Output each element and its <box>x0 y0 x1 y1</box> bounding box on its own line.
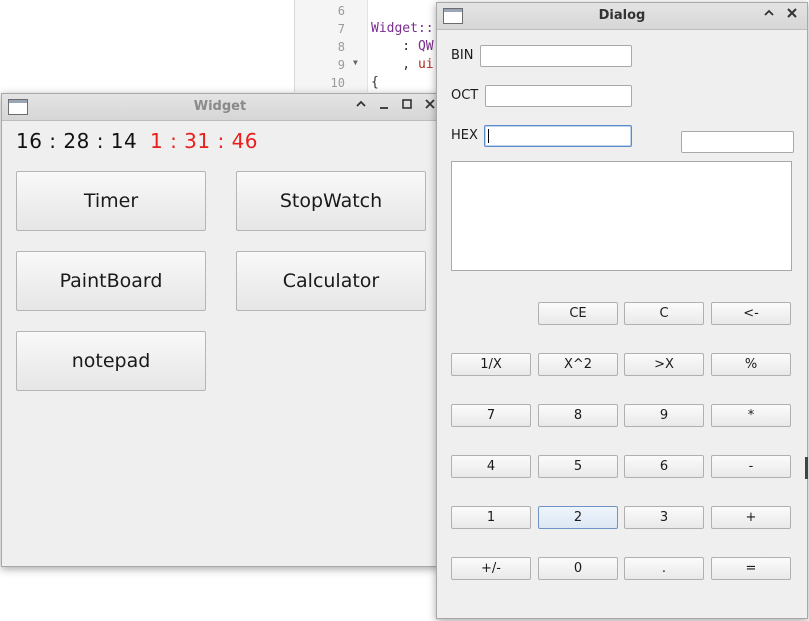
square-button[interactable]: X^2 <box>538 353 618 376</box>
dialog-titlebar[interactable]: Dialog <box>437 3 807 30</box>
restore-icon[interactable] <box>353 98 369 114</box>
oct-field[interactable] <box>485 85 632 107</box>
calculator-button[interactable]: Calculator <box>236 251 426 311</box>
restore-icon[interactable] <box>761 7 777 23</box>
clear-button[interactable]: C <box>624 302 704 325</box>
digit-1-button[interactable]: 1 <box>451 506 531 529</box>
hex-field[interactable] <box>484 125 632 147</box>
digit-8-button[interactable]: 8 <box>538 404 618 427</box>
bin-label: BIN <box>451 48 474 63</box>
paintboard-button[interactable]: PaintBoard <box>16 251 206 311</box>
gt-x-button[interactable]: >X <box>624 353 704 376</box>
dialog-window: Dialog BIN OCT HEX CE C <- 1/X X^2 >X % … <box>436 2 808 619</box>
line-number-gutter: 6 7 8 9 10 ▼ <box>295 0 368 92</box>
decimal-button[interactable]: . <box>624 557 704 580</box>
digit-6-button[interactable]: 6 <box>624 455 704 478</box>
widget-titlebar[interactable]: Widget <box>2 94 438 121</box>
code-editor-background: 6 7 8 9 10 ▼ Widget:: : QW , ui { <box>294 0 455 92</box>
negate-button[interactable]: +/- <box>451 557 531 580</box>
code-line: , ui <box>371 57 434 72</box>
hex-label: HEX <box>451 128 478 143</box>
line-number: 7 <box>337 22 345 36</box>
notepad-button[interactable]: notepad <box>16 331 206 391</box>
line-number: 10 <box>330 76 345 90</box>
code-line: { <box>371 75 379 90</box>
digit-2-button[interactable]: 2 <box>538 506 618 529</box>
line-number: 9 <box>337 58 345 72</box>
stopwatch-time: 1 : 31 : 46 <box>150 129 259 153</box>
add-button[interactable]: + <box>711 506 791 529</box>
clock-time: 16 : 28 : 14 <box>16 129 138 153</box>
fold-arrow-icon[interactable]: ▼ <box>353 58 358 67</box>
clear-entry-button[interactable]: CE <box>538 302 618 325</box>
close-icon[interactable] <box>784 7 800 23</box>
equals-button[interactable]: = <box>711 557 791 580</box>
reciprocal-button[interactable]: 1/X <box>451 353 531 376</box>
digit-9-button[interactable]: 9 <box>624 404 704 427</box>
code-line: : QW <box>371 39 434 54</box>
timer-button[interactable]: Timer <box>16 171 206 231</box>
result-field[interactable] <box>681 131 794 153</box>
digit-7-button[interactable]: 7 <box>451 404 531 427</box>
line-number: 6 <box>337 4 345 18</box>
stopwatch-button[interactable]: StopWatch <box>236 171 426 231</box>
multiply-button[interactable]: * <box>711 404 791 427</box>
percent-button[interactable]: % <box>711 353 791 376</box>
subtract-button[interactable]: - <box>711 455 791 478</box>
digit-0-button[interactable]: 0 <box>538 557 618 580</box>
digit-5-button[interactable]: 5 <box>538 455 618 478</box>
window-title: Dialog <box>598 8 646 23</box>
maximize-icon[interactable] <box>399 98 415 114</box>
line-number: 8 <box>337 40 345 54</box>
widget-window: Widget 16 : 28 : 14 1 : 31 : 46 Timer St… <box>1 93 439 567</box>
window-title: Widget <box>193 99 247 114</box>
digit-4-button[interactable]: 4 <box>451 455 531 478</box>
resize-handle[interactable] <box>805 457 808 479</box>
oct-label: OCT <box>451 88 479 103</box>
text-caret <box>488 129 489 143</box>
backspace-button[interactable]: <- <box>711 302 791 325</box>
bin-field[interactable] <box>480 45 632 67</box>
digit-3-button[interactable]: 3 <box>624 506 704 529</box>
minimize-icon[interactable] <box>376 98 392 114</box>
code-line: Widget:: <box>371 21 434 36</box>
history-textarea[interactable] <box>451 161 792 271</box>
